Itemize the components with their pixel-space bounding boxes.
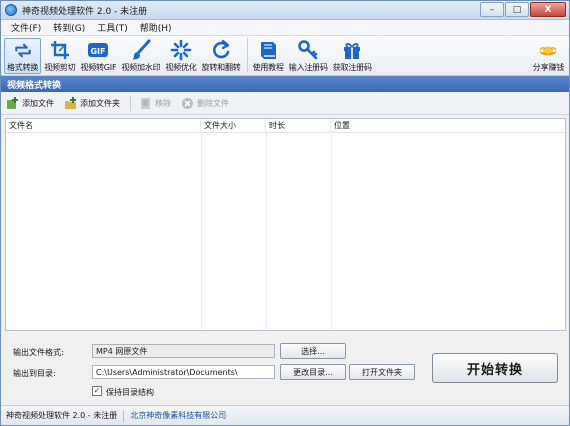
keep-structure-checkbox[interactable]: ✓ [92, 386, 102, 396]
brush-icon [131, 39, 151, 60]
window-title: 神奇视频处理软件 2.0 - 未注册 [22, 6, 148, 17]
minimize-button[interactable]: – [480, 2, 504, 17]
check-mark-icon: ✓ [93, 386, 101, 395]
status-separator [123, 409, 125, 422]
gift-icon [344, 42, 361, 59]
tool-label: 获取注册码 [332, 63, 372, 72]
status-app-text: 神奇视频处理软件 2.0 - 未注册 [6, 411, 118, 420]
add-file-label: 添加文件 [22, 98, 54, 108]
output-dir-label: 输出到目录: [13, 369, 56, 378]
main-window: 神奇视频处理软件 2.0 - 未注册 – □ X 文件(F) 转到(G) 工具(… [0, 0, 570, 426]
delete-icon [182, 97, 193, 109]
tool-get-reg-code[interactable]: 获取注册码 [331, 38, 374, 74]
status-bar: 神奇视频处理软件 2.0 - 未注册 北京神奇像素科技有限公司 [1, 405, 569, 425]
column-divider [266, 133, 267, 330]
gif-icon: GIF [88, 43, 109, 57]
add-file-icon [7, 96, 18, 109]
tool-add-watermark[interactable]: 视频加水印 [119, 38, 162, 74]
crop-icon [50, 41, 69, 59]
delete-file-button[interactable]: 删除文件 [181, 97, 229, 110]
company-link[interactable]: 北京神奇像素科技有限公司 [130, 410, 226, 421]
tool-video-cut[interactable]: 视频剪切 [42, 38, 77, 74]
tool-label: 分享赚钱 [532, 63, 564, 72]
maximize-button[interactable]: □ [505, 2, 529, 17]
file-action-bar: 添加文件 添加文件夹 移除 删除文件 [1, 92, 569, 115]
change-dir-button[interactable]: 更改目录... [280, 364, 346, 380]
key-icon [298, 40, 318, 60]
close-button[interactable]: X [530, 2, 566, 17]
menu-file[interactable]: 文件(F) [5, 21, 47, 34]
menu-help[interactable]: 帮助(H) [134, 21, 178, 34]
app-logo-icon [5, 4, 17, 16]
menu-bar: 文件(F) 转到(G) 工具(T) 帮助(H) [1, 20, 569, 36]
tool-enter-reg-code[interactable]: 输入注册码 [287, 38, 330, 74]
keep-structure-label: 保持目录结构 [106, 388, 154, 397]
gold-ingot-icon [539, 46, 558, 56]
book-icon [261, 42, 277, 59]
delete-file-label: 删除文件 [197, 98, 229, 108]
tool-tutorial[interactable]: 使用教程 [251, 38, 286, 74]
column-divider [331, 133, 332, 330]
output-dir-field[interactable]: C:\Users\Administrator\Documents\ [92, 365, 275, 379]
add-folder-button[interactable]: 添加文件夹 [64, 96, 120, 110]
output-format-field: MP4 网原文件 [92, 344, 275, 358]
format-convert-icon [14, 43, 31, 58]
menu-goto[interactable]: 转到(G) [47, 21, 91, 34]
svg-text:GIF: GIF [91, 47, 106, 56]
toolbar: 格式转换 视频剪切 GIF 视频转GIF 视频加水印 视频优化 旋转和翻转 使用… [1, 36, 569, 76]
add-folder-icon [65, 96, 76, 109]
action-separator [130, 95, 131, 111]
table-header: 文件名 文件大小 时长 位置 [6, 119, 565, 133]
menu-tools[interactable]: 工具(T) [91, 21, 134, 34]
tool-video-to-gif[interactable]: GIF 视频转GIF [78, 38, 118, 74]
toolbar-separator [246, 38, 248, 72]
tool-label: 使用教程 [252, 63, 284, 72]
column-header-duration[interactable]: 时长 [266, 119, 331, 132]
title-bar: 神奇视频处理软件 2.0 - 未注册 – □ X [1, 1, 569, 20]
output-format-label: 输出文件格式: [13, 348, 64, 357]
tool-share-earn[interactable]: 分享赚钱 [531, 38, 566, 74]
tool-label: 视频转GIF [80, 63, 117, 72]
tool-label: 旋转和翻转 [201, 63, 241, 72]
tool-video-optimize[interactable]: 视频优化 [163, 38, 198, 74]
remove-label: 移除 [155, 98, 171, 108]
tool-format-convert[interactable]: 格式转换 [4, 38, 42, 74]
tool-label: 视频加水印 [121, 63, 161, 72]
tool-rotate-flip[interactable]: 旋转和翻转 [200, 38, 243, 74]
column-header-filesize[interactable]: 文件大小 [201, 119, 266, 132]
column-header-location[interactable]: 位置 [331, 119, 565, 132]
rotate-icon [213, 39, 230, 59]
tool-label: 输入注册码 [288, 63, 328, 72]
open-folder-button[interactable]: 打开文件夹 [349, 364, 415, 380]
tool-label: 格式转换 [7, 63, 39, 72]
select-format-button[interactable]: 选择... [280, 343, 346, 359]
section-title: 视频格式转换 [1, 76, 569, 92]
output-settings-panel: 输出文件格式: MP4 网原文件 选择... 输出到目录: C:\Users\A… [5, 335, 566, 401]
tool-label: 视频优化 [165, 63, 197, 72]
remove-button[interactable]: 移除 [139, 97, 171, 110]
start-convert-button[interactable]: 开始转换 [432, 353, 558, 383]
tool-label: 视频剪切 [44, 63, 76, 72]
sparkle-icon [170, 39, 192, 61]
add-folder-label: 添加文件夹 [80, 98, 120, 108]
add-file-button[interactable]: 添加文件 [6, 96, 54, 110]
remove-icon [141, 97, 150, 109]
window-controls: – □ X [480, 2, 566, 17]
file-table[interactable]: 文件名 文件大小 时长 位置 [5, 118, 566, 331]
column-divider [201, 133, 202, 330]
column-header-filename[interactable]: 文件名 [6, 119, 201, 132]
